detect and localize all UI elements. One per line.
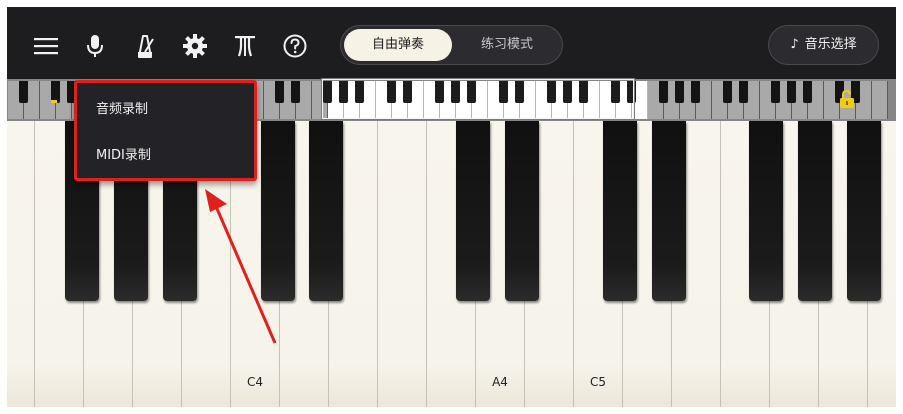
piano-app: 自由弹奏 练习模式 ♪ 音乐选择 C4 A4 C5 音频录制 MIDI录制: [7, 7, 896, 407]
black-key[interactable]: [261, 121, 295, 301]
mini-black-key: [803, 81, 812, 103]
metronome-icon[interactable]: [130, 31, 160, 61]
note-label-a4: A4: [492, 375, 508, 389]
mode-practice-tab[interactable]: 练习模式: [454, 29, 560, 61]
microphone-icon[interactable]: [80, 31, 110, 61]
mini-black-key: [675, 81, 684, 103]
mini-black-key: [275, 81, 284, 103]
lock-open-icon[interactable]: [838, 89, 856, 109]
gear-icon[interactable]: [180, 31, 210, 61]
black-key[interactable]: [652, 121, 686, 301]
white-key[interactable]: [7, 121, 34, 407]
black-key[interactable]: [798, 121, 832, 301]
note-label-c4: C4: [246, 375, 263, 389]
mini-white-key: [872, 81, 888, 119]
black-key[interactable]: [847, 121, 881, 301]
help-icon[interactable]: [280, 31, 310, 61]
mini-black-key: [291, 81, 300, 103]
mode-toggle: 自由弹奏 练习模式: [340, 25, 563, 65]
visible-range-window[interactable]: [322, 79, 634, 119]
mini-black-key: [659, 81, 668, 103]
black-key[interactable]: [749, 121, 783, 301]
mini-black-key: [771, 81, 780, 103]
mini-black-key: [19, 81, 28, 103]
white-key[interactable]: [377, 121, 426, 407]
audio-record-option[interactable]: 音频录制: [77, 87, 254, 132]
mini-black-key: [739, 81, 748, 103]
black-key[interactable]: [505, 121, 539, 301]
note-label-c5: C5: [589, 375, 606, 389]
toolbar: 自由弹奏 练习模式 ♪ 音乐选择: [7, 7, 896, 81]
tuning-fork-icon[interactable]: [230, 31, 260, 61]
music-select-button[interactable]: ♪ 音乐选择: [768, 25, 879, 65]
black-key[interactable]: [309, 121, 343, 301]
black-key[interactable]: [456, 121, 490, 301]
mini-black-key: [723, 81, 732, 103]
mode-free-play-tab[interactable]: 自由弹奏: [344, 29, 452, 61]
midi-record-option[interactable]: MIDI录制: [77, 133, 254, 178]
music-note-icon: ♪: [790, 37, 799, 52]
record-dropdown-menu: 音频录制 MIDI录制: [74, 80, 257, 181]
mini-black-key: [787, 81, 796, 103]
black-key[interactable]: [603, 121, 637, 301]
mini-black-key: [691, 81, 700, 103]
music-select-label: 音乐选择: [804, 37, 857, 52]
menu-icon[interactable]: [31, 31, 61, 61]
range-marker: [51, 100, 57, 103]
